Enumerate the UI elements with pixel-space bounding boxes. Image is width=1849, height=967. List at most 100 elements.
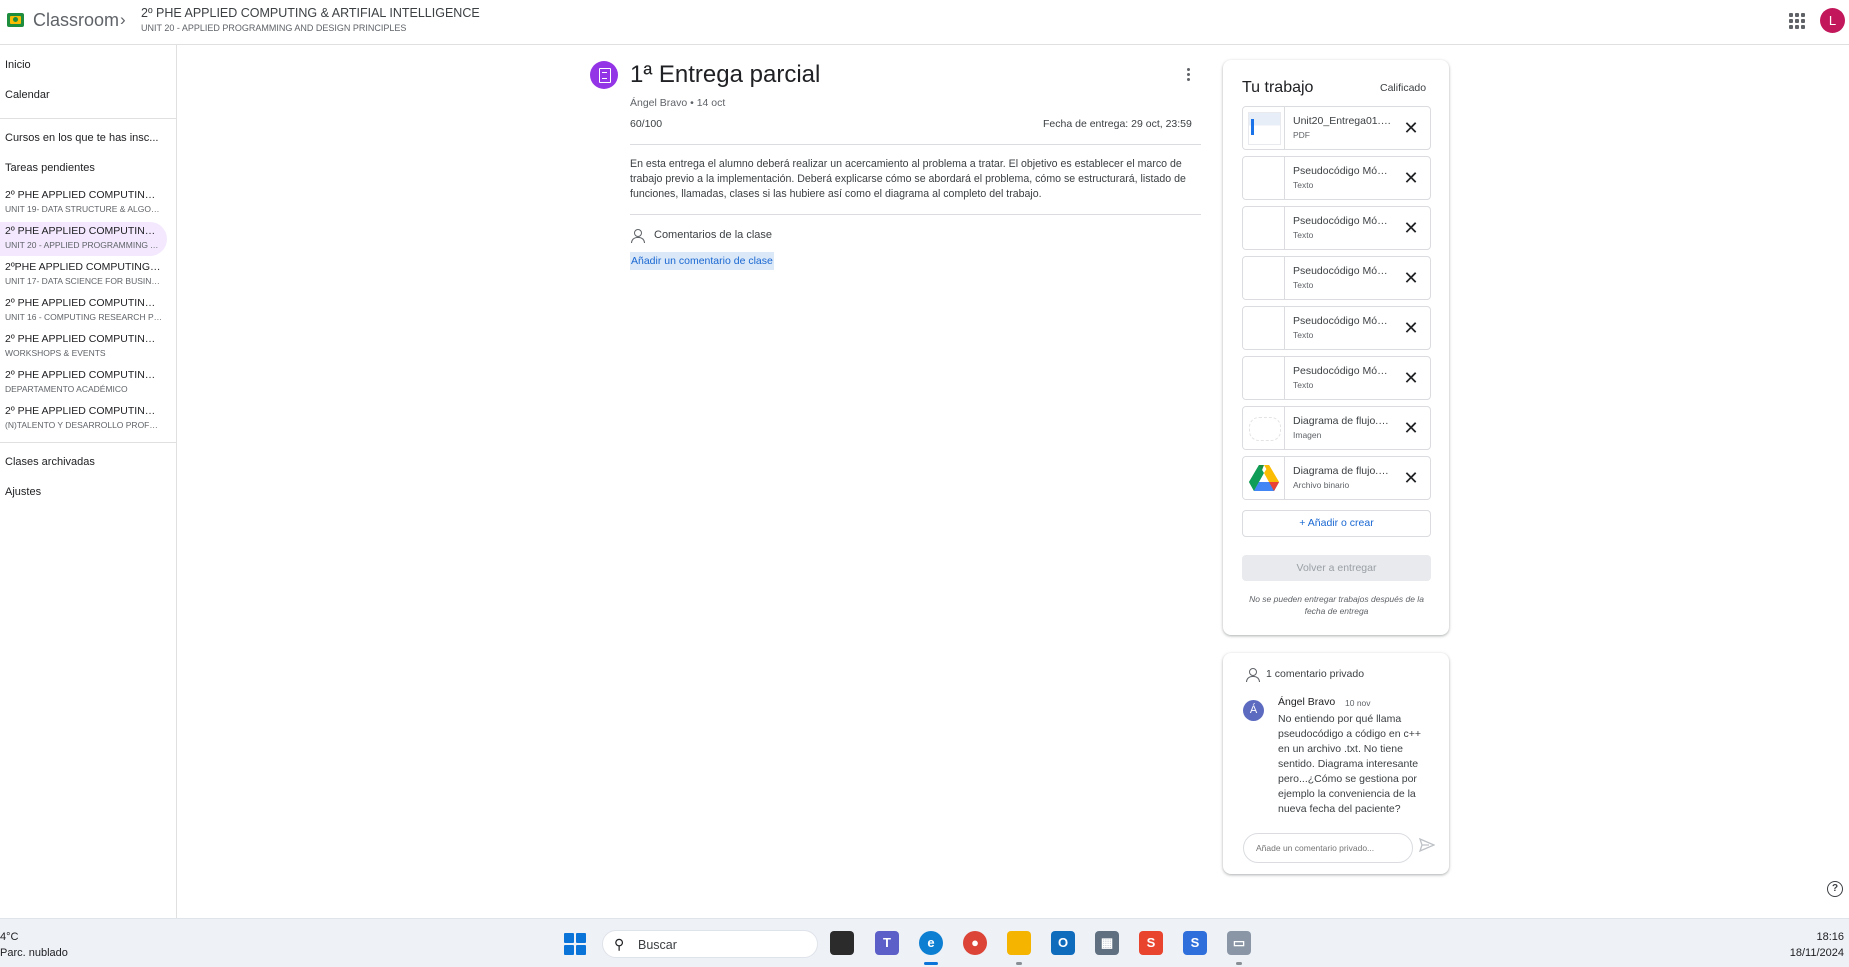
- taskbar-search[interactable]: ⚲ Buscar: [602, 930, 818, 958]
- file-thumbnail: [1243, 207, 1285, 249]
- course-item-title: 2º PHE APPLIED COMPUTING & ARTIFIAL INTE…: [5, 189, 163, 201]
- private-comments-label[interactable]: 1 comentario privado: [1266, 668, 1364, 680]
- remove-attachment-icon[interactable]: ✕: [1398, 215, 1424, 241]
- remove-attachment-icon[interactable]: ✕: [1398, 415, 1424, 441]
- course-item-subtitle: UNIT 19- DATA STRUCTURE & ALGORITHMS: [5, 204, 163, 214]
- more-options-icon[interactable]: [1187, 68, 1191, 84]
- app-s-blue-icon[interactable]: S: [1183, 931, 1207, 955]
- teams-icon[interactable]: T: [875, 931, 899, 955]
- app-s-red-icon[interactable]: S: [1139, 931, 1163, 955]
- remove-attachment-icon[interactable]: ✕: [1398, 165, 1424, 191]
- taskbar-date[interactable]: 18/11/2024: [1790, 947, 1844, 959]
- sidebar-course-item-active[interactable]: 2º PHE APPLIED COMPUTING & ARTIFIAL INTE…: [0, 222, 167, 256]
- assignment-icon: [590, 61, 618, 89]
- course-item-subtitle: WORKSHOPS & EVENTS: [5, 348, 106, 358]
- sidebar-divider: [0, 118, 176, 119]
- sidebar-course-item[interactable]: 2º PHE APPLIED COMPUTING & ARTIFIAL INTE…: [0, 294, 167, 328]
- sidebar-item-todo[interactable]: Tareas pendientes: [5, 162, 95, 174]
- google-drive-icon: [1249, 465, 1279, 491]
- sidebar-divider: [0, 442, 176, 443]
- attachment-item[interactable]: Diagrama de flujo.png Imagen ✕: [1242, 406, 1431, 450]
- course-subtitle: UNIT 20 - APPLIED PROGRAMMING AND DESIGN…: [141, 23, 407, 33]
- attachment-item[interactable]: Pseudocódigo Módulo 1.txt Texto ✕: [1242, 156, 1431, 200]
- send-icon[interactable]: [1419, 837, 1435, 853]
- sidebar-course-item[interactable]: 2º PHE APPLIED COMPUTING & ARTIFIAL INTE…: [0, 186, 167, 220]
- sidebar-item-settings[interactable]: Ajustes: [5, 486, 41, 498]
- file-explorer-icon[interactable]: [1007, 931, 1031, 955]
- windows-start-icon[interactable]: [564, 933, 586, 955]
- sidebar-item-calendar[interactable]: Calendar: [5, 89, 50, 101]
- remove-attachment-icon[interactable]: ✕: [1398, 265, 1424, 291]
- remove-attachment-icon[interactable]: ✕: [1398, 465, 1424, 491]
- assignment-title: 1ª Entrega parcial: [630, 61, 821, 88]
- attachment-type: Imagen: [1293, 430, 1322, 440]
- chevron-right-icon: ›: [120, 10, 126, 29]
- classroom-app: Classroom › 2º PHE APPLIED COMPUTING & A…: [0, 0, 1849, 918]
- course-item-subtitle: DEPARTAMENTO ACADÉMICO: [5, 384, 128, 394]
- sidebar-item-enrolled[interactable]: Cursos en los que te has insc...: [5, 132, 158, 144]
- course-item-subtitle: UNIT 17- DATA SCIENCE FOR BUSINESS: [5, 276, 163, 286]
- calculator-icon[interactable]: ▦: [1095, 931, 1119, 955]
- assignment-points: 60/100: [630, 118, 663, 130]
- brand-name[interactable]: Classroom: [33, 10, 119, 31]
- attachment-item[interactable]: Pesudocódigo Módulo 5.txt Texto ✕: [1242, 356, 1431, 400]
- sidebar-course-item[interactable]: 2º PHE APPLIED COMPUTING & ARTIFIAL INTE…: [0, 366, 167, 400]
- file-thumbnail: [1243, 357, 1285, 399]
- taskbar-time[interactable]: 18:16: [1816, 931, 1844, 943]
- sidebar-course-item[interactable]: 2º PHE APPLIED COMPUTING & ARTIFIAL INTE…: [0, 330, 167, 364]
- task-view-icon[interactable]: [830, 931, 854, 955]
- remote-desktop-icon[interactable]: ▭: [1227, 931, 1251, 955]
- taskbar-search-label: Buscar: [638, 938, 677, 952]
- your-work-title: Tu trabajo: [1242, 79, 1314, 96]
- private-comment-input[interactable]: [1243, 833, 1413, 863]
- course-item-subtitle: UNIT 20 - APPLIED PROGRAMMING AND DESIGN…: [5, 240, 163, 250]
- private-comments-card: 1 comentario privado Á Ángel Bravo 10 no…: [1223, 653, 1449, 874]
- sidebar-item-archived[interactable]: Clases archivadas: [5, 456, 95, 468]
- attachment-type: Texto: [1293, 180, 1314, 190]
- attachment-type: Texto: [1293, 330, 1314, 340]
- attachment-item[interactable]: Unit20_Entrega01.pdf PDF ✕: [1242, 106, 1431, 150]
- late-submission-note: No se pueden entregar trabajos después d…: [1249, 594, 1424, 616]
- plus-icon: +: [1299, 517, 1308, 529]
- sidebar-course-item[interactable]: 2ºPHE APPLIED COMPUTING & ARTIFIAL INTEL…: [0, 258, 167, 292]
- add-or-create-label: Añadir o crear: [1307, 517, 1374, 529]
- user-avatar[interactable]: L: [1820, 8, 1845, 33]
- course-item-title: 2º PHE APPLIED COMPUTING & ARTIFIAL INTE…: [5, 297, 163, 309]
- attachment-item[interactable]: Pseudocódigo Módulo 3.txt Texto ✕: [1242, 256, 1431, 300]
- sidebar-item-inicio[interactable]: Inicio: [5, 59, 31, 71]
- classroom-logo-icon[interactable]: [7, 13, 24, 27]
- attachment-name: Unit20_Entrega01.pdf: [1293, 115, 1393, 127]
- comment-text: No entiendo por qué llama pseudocódigo a…: [1278, 713, 1422, 815]
- running-app-indicator: [1016, 962, 1022, 965]
- drive-thumbnail: [1243, 457, 1285, 499]
- edge-icon[interactable]: e: [919, 931, 943, 955]
- add-or-create-button[interactable]: + Añadir o crear: [1242, 510, 1431, 537]
- attachment-item[interactable]: Pseudocódigo Módulo 2.txt Texto ✕: [1242, 206, 1431, 250]
- sidebar-course-item[interactable]: 2º PHE APPLIED COMPUTING & ARTIFIAL INTE…: [0, 402, 167, 436]
- attachment-item[interactable]: Diagrama de flujo.drawio Archivo binario…: [1242, 456, 1431, 500]
- file-thumbnail: [1243, 257, 1285, 299]
- resubmit-button[interactable]: Volver a entregar: [1242, 555, 1431, 581]
- remove-attachment-icon[interactable]: ✕: [1398, 365, 1424, 391]
- add-class-comment-link[interactable]: Añadir un comentario de clase: [630, 252, 774, 270]
- weather-description[interactable]: Parc. nublado: [0, 947, 68, 959]
- divider: [630, 144, 1201, 145]
- outlook-icon[interactable]: O: [1051, 931, 1075, 955]
- attachment-item[interactable]: Pseudocódigo Módulo 4.txt Texto ✕: [1242, 306, 1431, 350]
- help-icon[interactable]: ?: [1827, 881, 1843, 897]
- attachment-type: Texto: [1293, 280, 1314, 290]
- remove-attachment-icon[interactable]: ✕: [1398, 315, 1424, 341]
- divider: [630, 214, 1201, 215]
- course-title[interactable]: 2º PHE APPLIED COMPUTING & ARTIFIAL INTE…: [141, 6, 480, 20]
- attachment-name: Pseudocódigo Módulo 4.txt: [1293, 315, 1393, 327]
- course-item-title: 2º PHE APPLIED COMPUTING & ARTIFIAL INTE…: [5, 333, 163, 345]
- comment-date: 10 nov: [1345, 698, 1371, 708]
- chrome-icon[interactable]: ●: [963, 931, 987, 955]
- attachment-name: Pseudocódigo Módulo 3.txt: [1293, 265, 1393, 277]
- google-apps-icon[interactable]: [1789, 13, 1805, 29]
- weather-temperature[interactable]: 4°C: [0, 931, 18, 943]
- course-item-subtitle: (N)TALENTO Y DESARROLLO PROFESIONAL: [5, 420, 163, 430]
- file-thumbnail: [1243, 157, 1285, 199]
- attachment-type: Archivo binario: [1293, 480, 1350, 490]
- remove-attachment-icon[interactable]: ✕: [1398, 115, 1424, 141]
